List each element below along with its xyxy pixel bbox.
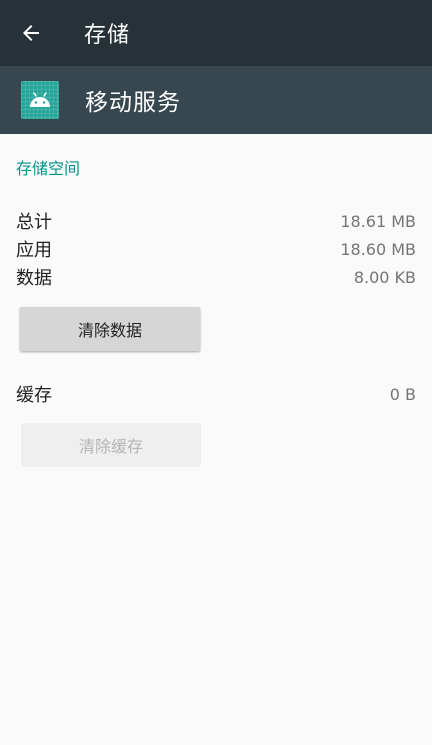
storage-section-title: 存储空间 <box>16 159 81 178</box>
storage-row-label: 总计 <box>16 212 52 233</box>
clear-data-button[interactable]: 清除数据 <box>20 307 200 351</box>
clear-cache-button[interactable]: 清除缓存 <box>21 423 201 467</box>
storage-row-label: 应用 <box>16 240 52 261</box>
android-icon <box>21 81 59 119</box>
app-name: 移动服务 <box>85 90 181 116</box>
storage-row-app: 应用 18.60 MB <box>16 236 416 262</box>
storage-row-value: 18.60 MB <box>340 239 416 259</box>
back-button[interactable] <box>2 0 60 66</box>
cache-row: 缓存 0 B <box>16 381 416 407</box>
app-storage-screen: 存储 移动服务 存储空间 总计 18.61 MB 应用 18.60 MB 数据 … <box>0 0 432 745</box>
storage-row-total: 总计 18.61 MB <box>16 208 416 234</box>
storage-row-data: 数据 8.00 KB <box>16 264 416 290</box>
storage-row-label: 数据 <box>16 268 52 289</box>
app-header: 移动服务 <box>0 66 432 134</box>
page-title: 存储 <box>84 23 131 48</box>
cache-value: 0 B <box>389 384 416 404</box>
storage-row-value: 8.00 KB <box>353 267 416 287</box>
cache-label: 缓存 <box>16 385 52 406</box>
storage-row-value: 18.61 MB <box>340 211 416 231</box>
arrow-back-icon <box>23 25 39 41</box>
toolbar: 存储 <box>0 0 432 66</box>
